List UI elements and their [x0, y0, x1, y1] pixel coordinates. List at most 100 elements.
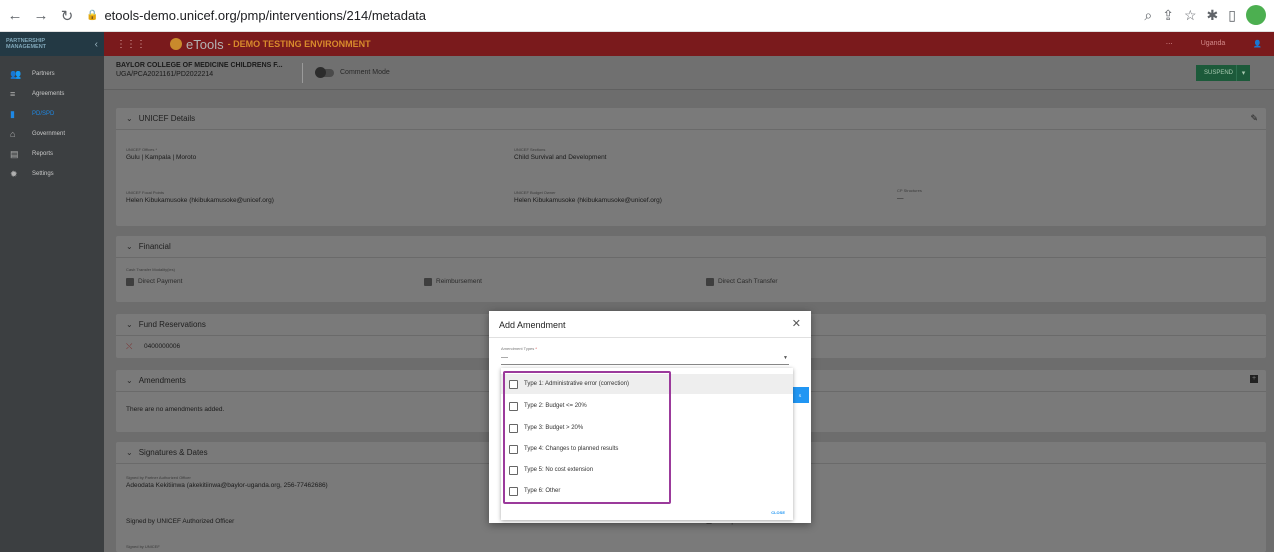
- checkbox-checked[interactable]: [706, 278, 714, 286]
- comment-mode-toggle[interactable]: [315, 67, 334, 78]
- header-divider: [302, 63, 303, 83]
- amendment-types-label-text: Amendment Types: [501, 346, 535, 351]
- sidebar-item-government[interactable]: ⌂ Government: [0, 124, 104, 144]
- suspend-button[interactable]: SUSPEND ▾: [1196, 65, 1250, 81]
- browser-toolbar: ← → ↻ 🔒 etools-demo.unicef.org/pmp/inter…: [0, 0, 1274, 32]
- field-value: Helen Kibukamusoke (hkibukamusoke@unicef…: [514, 197, 662, 204]
- sidebar-header: PARTNERSHIP MANAGEMENT ‹: [0, 32, 104, 56]
- chevron-down-icon: ⌄: [126, 320, 133, 329]
- app-topbar: ⋮⋮⋮ eTools - DEMO TESTING ENVIRONMENT: [104, 32, 1274, 56]
- checkbox-label: Reimbursement: [436, 278, 482, 285]
- profile-avatar[interactable]: [1246, 5, 1266, 25]
- empty-message: There are no amendments added.: [126, 406, 225, 413]
- apps-grid-icon[interactable]: ⋮⋮⋮: [116, 39, 146, 50]
- forward-icon[interactable]: →: [30, 5, 52, 27]
- extensions-icon[interactable]: ✱: [1207, 7, 1219, 24]
- close-link[interactable]: CLOSE: [771, 510, 785, 515]
- card-title: Financial: [138, 242, 171, 251]
- edit-pencil-icon[interactable]: ✎: [1250, 113, 1258, 124]
- sidebar-item-agreements[interactable]: ≡ Agreements: [0, 84, 104, 104]
- checkbox-checked[interactable]: [424, 278, 432, 286]
- select-underline: [501, 364, 789, 365]
- field-value: —: [897, 195, 904, 202]
- field-label: Cash Transfer Modality(ies): [126, 267, 175, 272]
- environment-label: - DEMO TESTING ENVIRONMENT: [227, 39, 371, 49]
- collapse-chevron-icon[interactable]: ‹: [95, 39, 98, 50]
- dialog-divider: [489, 337, 811, 338]
- intervention-header: BAYLOR COLLEGE OF MEDICINE CHILDRENS F..…: [104, 56, 1274, 90]
- amendment-types-select[interactable]: —: [501, 354, 508, 361]
- annotation-highlight-box: [503, 371, 671, 504]
- chevron-down-icon[interactable]: ▾: [1236, 65, 1250, 81]
- checkbox-label: Direct Payment: [138, 278, 183, 285]
- comment-mode-label: Comment Mode: [340, 69, 390, 76]
- address-bar[interactable]: 🔒 etools-demo.unicef.org/pmp/interventio…: [86, 8, 426, 23]
- zoom-icon[interactable]: ⌕: [1144, 7, 1152, 24]
- sidebar-title: PARTNERSHIP MANAGEMENT: [6, 38, 47, 50]
- sidebar-item-label: Agreements: [32, 91, 65, 97]
- brand-name: eTools: [186, 36, 224, 52]
- user-icon[interactable]: 👤: [1253, 40, 1262, 48]
- unicef-officer-label: Signed by UNICEF Authorized Officer: [126, 518, 235, 525]
- checkbox-label: Direct Cash Transfer: [718, 278, 778, 285]
- field-value: Adeodata Kekitiinwa (akekitiinwa@baylor-…: [126, 482, 328, 489]
- sidebar-item-label: Reports: [32, 151, 54, 157]
- field-label: CP Structures: [897, 188, 922, 193]
- share-icon[interactable]: ⇪: [1162, 7, 1174, 24]
- sidebar-item-partners[interactable]: 👥 Partners: [0, 64, 104, 84]
- sidebar-item-label: PD/SPD: [32, 111, 55, 117]
- card-header[interactable]: ⌄ UNICEF Details: [116, 108, 1266, 130]
- chevron-down-icon: ⌄: [126, 448, 133, 457]
- save-button[interactable]: S: [791, 387, 809, 403]
- sidebar-item-label: Government: [32, 131, 66, 137]
- sidebar-item-pd-spd[interactable]: ▮ PD/SPD: [0, 104, 104, 124]
- chevron-down-icon: ⌄: [126, 114, 133, 123]
- field-label: Signed by Partner Authorized Officer: [126, 475, 191, 480]
- back-icon[interactable]: ←: [4, 5, 26, 27]
- unicef-details-card: ⌄ UNICEF Details ✎ UNICEF Offices * Gulu…: [116, 108, 1266, 226]
- browser-actions: ⌕ ⇪ ☆ ✱ ▯: [1144, 5, 1266, 25]
- government-icon: ⌂: [10, 129, 16, 139]
- checkbox-checked[interactable]: [126, 278, 134, 286]
- required-mark: *: [535, 346, 537, 351]
- financial-card: ⌄ Financial Cash Transfer Modality(ies) …: [116, 236, 1266, 302]
- sidebar: PARTNERSHIP MANAGEMENT ‹ 👥 Partners ≡ Ag…: [0, 32, 104, 552]
- topbar-right: ⋯ Uganda 👤: [1166, 40, 1262, 48]
- people-icon: 👥: [10, 68, 22, 79]
- reload-icon[interactable]: ↻: [56, 5, 78, 27]
- sidebar-item-reports[interactable]: ▤ Reports: [0, 144, 104, 164]
- bookmark-star-icon[interactable]: ☆: [1184, 7, 1197, 24]
- chevron-down-icon[interactable]: ▼: [783, 355, 788, 361]
- card-title: UNICEF Details: [138, 114, 196, 123]
- amendment-types-label: Amendment Types *: [501, 346, 537, 351]
- document-icon: ▮: [10, 108, 15, 119]
- card-title: Fund Reservations: [138, 320, 206, 329]
- partner-name: BAYLOR COLLEGE OF MEDICINE CHILDRENS F..…: [116, 62, 283, 69]
- field-label: UNICEF Focal Points: [126, 190, 165, 195]
- url-text: etools-demo.unicef.org/pmp/interventions…: [104, 8, 427, 23]
- chevron-down-icon: ⌄: [126, 242, 133, 251]
- dialog-title: Add Amendment: [499, 320, 566, 330]
- warning-fr-icon: ⤬: [126, 342, 133, 351]
- agreement-icon: ≡: [10, 89, 16, 99]
- close-icon[interactable]: ✕: [792, 317, 801, 330]
- lock-icon: 🔒: [86, 10, 99, 21]
- field-label: UNICEF Offices *: [126, 147, 158, 152]
- sidebar-item-label: Partners: [32, 71, 55, 77]
- suspend-label: SUSPEND: [1204, 70, 1234, 76]
- etools-logo: [170, 38, 182, 50]
- country-selector[interactable]: Uganda: [1201, 40, 1226, 48]
- more-icon[interactable]: ⋯: [1166, 40, 1173, 48]
- chevron-down-icon: ⌄: [126, 376, 133, 385]
- report-icon: ▤: [10, 148, 19, 159]
- sidebar-item-settings[interactable]: ✹ Settings: [0, 164, 104, 184]
- field-value: Child Survival and Development: [514, 154, 607, 161]
- card-header[interactable]: ⌄ Financial: [116, 236, 1266, 258]
- add-amendment-icon[interactable]: +: [1250, 375, 1258, 383]
- card-title: Signatures & Dates: [138, 448, 208, 457]
- field-value: Gulu | Kampala | Moroto: [126, 154, 197, 161]
- fr-number: 0400000006: [144, 343, 181, 350]
- sidebar-item-label: Settings: [32, 171, 54, 177]
- sidepanel-icon[interactable]: ▯: [1228, 7, 1236, 24]
- card-title: Amendments: [138, 376, 186, 385]
